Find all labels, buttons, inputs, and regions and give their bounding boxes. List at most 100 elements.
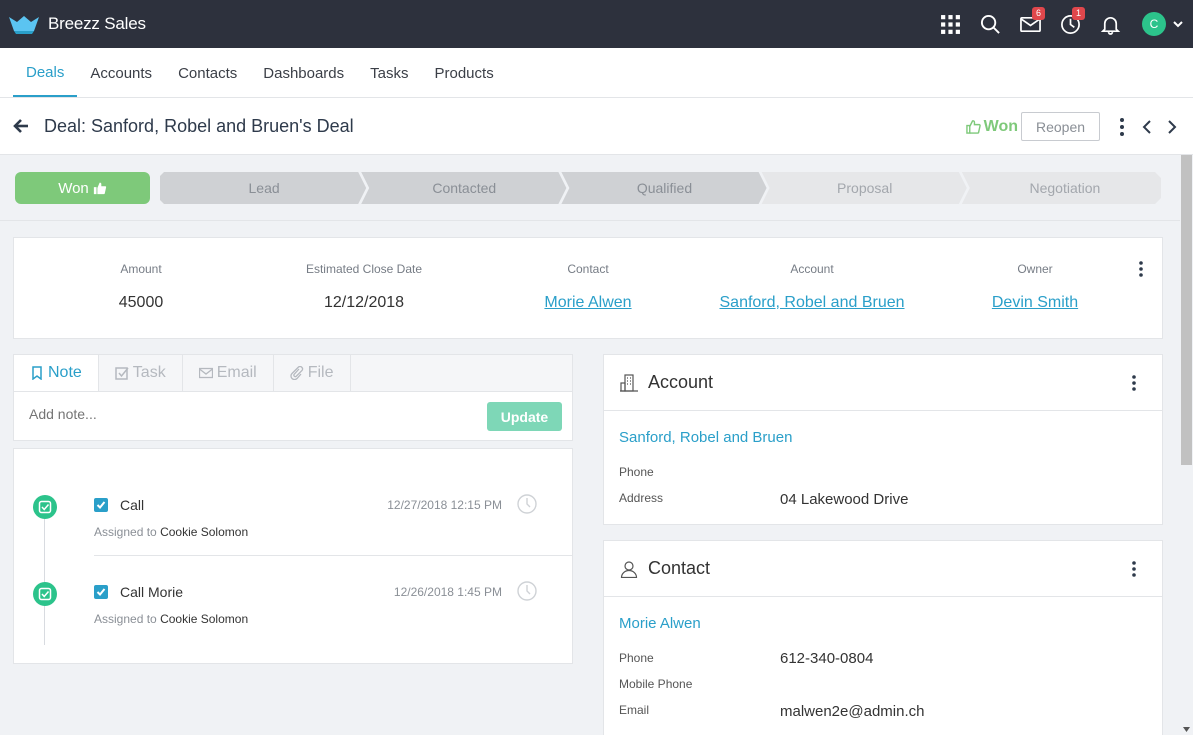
- app-title: Breezz Sales: [48, 14, 146, 33]
- tab-products[interactable]: Products: [422, 48, 507, 97]
- search-icon: [980, 14, 1000, 34]
- stage-proposal[interactable]: Proposal: [765, 172, 965, 204]
- scroll-thumb[interactable]: [1181, 155, 1192, 465]
- stage-contacted[interactable]: Contacted: [364, 172, 564, 204]
- amount-value: 45000: [118, 294, 164, 311]
- clock-icon[interactable]: [516, 493, 538, 515]
- task-checkbox[interactable]: [94, 585, 108, 599]
- kebab-icon: [1132, 375, 1136, 391]
- task-date: 12/27/2018 12:15 PM: [387, 498, 502, 512]
- search-button[interactable]: [970, 0, 1010, 48]
- assigned-prefix: Assigned to: [94, 525, 157, 539]
- contact-email-label: Email: [619, 703, 650, 717]
- contact-card-title: Contact: [648, 558, 711, 578]
- tab-contacts[interactable]: Contacts: [165, 48, 250, 97]
- chevron-down-icon[interactable]: [1171, 17, 1185, 31]
- chevron-left-icon[interactable]: [1140, 119, 1156, 135]
- logo-icon: [9, 16, 39, 34]
- tab-tasks[interactable]: Tasks: [357, 48, 421, 97]
- owner-label: Owner: [1017, 262, 1053, 276]
- tab-dashboards[interactable]: Dashboards: [250, 48, 357, 97]
- activity-button[interactable]: 1: [1050, 0, 1090, 48]
- task-checkbox[interactable]: [94, 498, 108, 512]
- tab-email[interactable]: Email: [182, 355, 274, 391]
- header-menu-button[interactable]: [1112, 117, 1132, 137]
- back-arrow-icon[interactable]: [12, 117, 30, 135]
- kebab-icon: [1139, 261, 1143, 277]
- account-name-link[interactable]: Sanford, Robel and Bruen: [619, 429, 792, 446]
- task-title[interactable]: Call: [120, 497, 144, 513]
- thumbs-up-icon: [965, 120, 981, 134]
- contact-email-value[interactable]: malwen2e@admin.ch: [780, 703, 924, 720]
- top-bar: Breezz Sales 6 1 C: [0, 0, 1193, 48]
- account-address-label: Address: [619, 491, 664, 505]
- deal-header: Deal: Sanford, Robel and Bruen's Deal Wo…: [0, 98, 1193, 155]
- checkmark-icon: [96, 501, 106, 509]
- contact-name-link[interactable]: Morie Alwen: [619, 615, 701, 632]
- avatar[interactable]: C: [1142, 12, 1166, 36]
- task-date: 12/26/2018 1:45 PM: [393, 585, 502, 599]
- activity-timeline: Call 12/27/2018 12:15 PM Assigned to Coo…: [13, 448, 573, 664]
- pipeline-bar: Won Lead Contacted Qualified Proposal Negoti…: [0, 155, 1180, 221]
- thumbs-up-icon: [93, 182, 106, 195]
- stage-lead[interactable]: Lead: [164, 172, 364, 204]
- building-icon: [620, 373, 638, 392]
- update-button[interactable]: Update: [487, 402, 562, 431]
- reopen-button[interactable]: Reopen: [1021, 112, 1100, 141]
- tab-task-label: Task: [132, 364, 166, 381]
- task-assignment: Assigned to Cookie Solomon: [94, 525, 248, 539]
- account-label: Account: [790, 262, 834, 276]
- tab-file[interactable]: File: [273, 355, 351, 391]
- activity-composer: Note Task Email File Update: [13, 354, 573, 441]
- stage-negotiation[interactable]: Negotiation: [965, 172, 1165, 204]
- task-assignment: Assigned to Cookie Solomon: [94, 612, 248, 626]
- envelope-icon: [198, 367, 213, 379]
- contact-label: Contact: [567, 262, 609, 276]
- assignee-name[interactable]: Cookie Solomon: [160, 525, 248, 539]
- clock-icon[interactable]: [516, 580, 538, 602]
- account-card: Account Sanford, Robel and Bruen Phone A…: [603, 354, 1163, 525]
- tab-deals[interactable]: Deals: [13, 48, 78, 97]
- won-status-label: Won: [983, 117, 1018, 135]
- account-link[interactable]: Sanford, Robel and Bruen: [719, 294, 904, 312]
- won-stage-button[interactable]: Won: [15, 172, 150, 204]
- chevron-right-icon[interactable]: [1163, 119, 1179, 135]
- account-address-value: 04 Lakewood Drive: [780, 491, 909, 508]
- contact-link[interactable]: Morie Alwen: [544, 294, 631, 312]
- kebab-icon: [1120, 117, 1124, 136]
- tab-task[interactable]: Task: [98, 355, 183, 391]
- timeline-separator: [94, 555, 572, 556]
- tab-file-label: File: [307, 364, 334, 381]
- timeline-item: Call 12/27/2018 12:15 PM Assigned to Coo…: [14, 481, 572, 567]
- activity-badge: 1: [1072, 7, 1085, 20]
- account-card-title: Account: [648, 372, 714, 392]
- owner-link[interactable]: Devin Smith: [992, 294, 1078, 312]
- apps-menu-button[interactable]: [930, 0, 970, 48]
- page-scrollbar[interactable]: [1180, 155, 1193, 735]
- kebab-icon: [1132, 561, 1136, 577]
- checkbox-icon: [115, 367, 129, 380]
- note-input[interactable]: [29, 406, 429, 422]
- mail-button[interactable]: 6: [1010, 0, 1050, 48]
- assignee-name[interactable]: Cookie Solomon: [160, 612, 248, 626]
- account-menu-button[interactable]: [1124, 373, 1144, 393]
- summary-menu-button[interactable]: [1131, 259, 1151, 279]
- paperclip-icon: [290, 366, 303, 380]
- contact-menu-button[interactable]: [1124, 559, 1144, 579]
- account-phone-label: Phone: [619, 465, 654, 479]
- task-title[interactable]: Call Morie: [120, 584, 183, 600]
- apps-grid-icon: [940, 14, 960, 34]
- logo[interactable]: Breezz Sales: [9, 14, 146, 34]
- pipeline-stages: Lead Contacted Qualified Proposal Negotiatio…: [160, 172, 1161, 204]
- amount-label: Amount: [120, 262, 162, 276]
- stage-qualified[interactable]: Qualified: [564, 172, 764, 204]
- main-nav: Deals Accounts Contacts Dashboards Tasks…: [0, 48, 1193, 98]
- contact-mobile-label: Mobile Phone: [619, 677, 693, 691]
- notifications-button[interactable]: [1090, 0, 1130, 48]
- tab-note[interactable]: Note: [14, 355, 99, 391]
- tab-accounts[interactable]: Accounts: [77, 48, 165, 97]
- scroll-down-icon[interactable]: [1183, 727, 1190, 732]
- mail-badge: 6: [1032, 7, 1045, 20]
- close-date-value: 12/12/2018: [323, 294, 405, 311]
- bookmark-icon: [32, 366, 42, 380]
